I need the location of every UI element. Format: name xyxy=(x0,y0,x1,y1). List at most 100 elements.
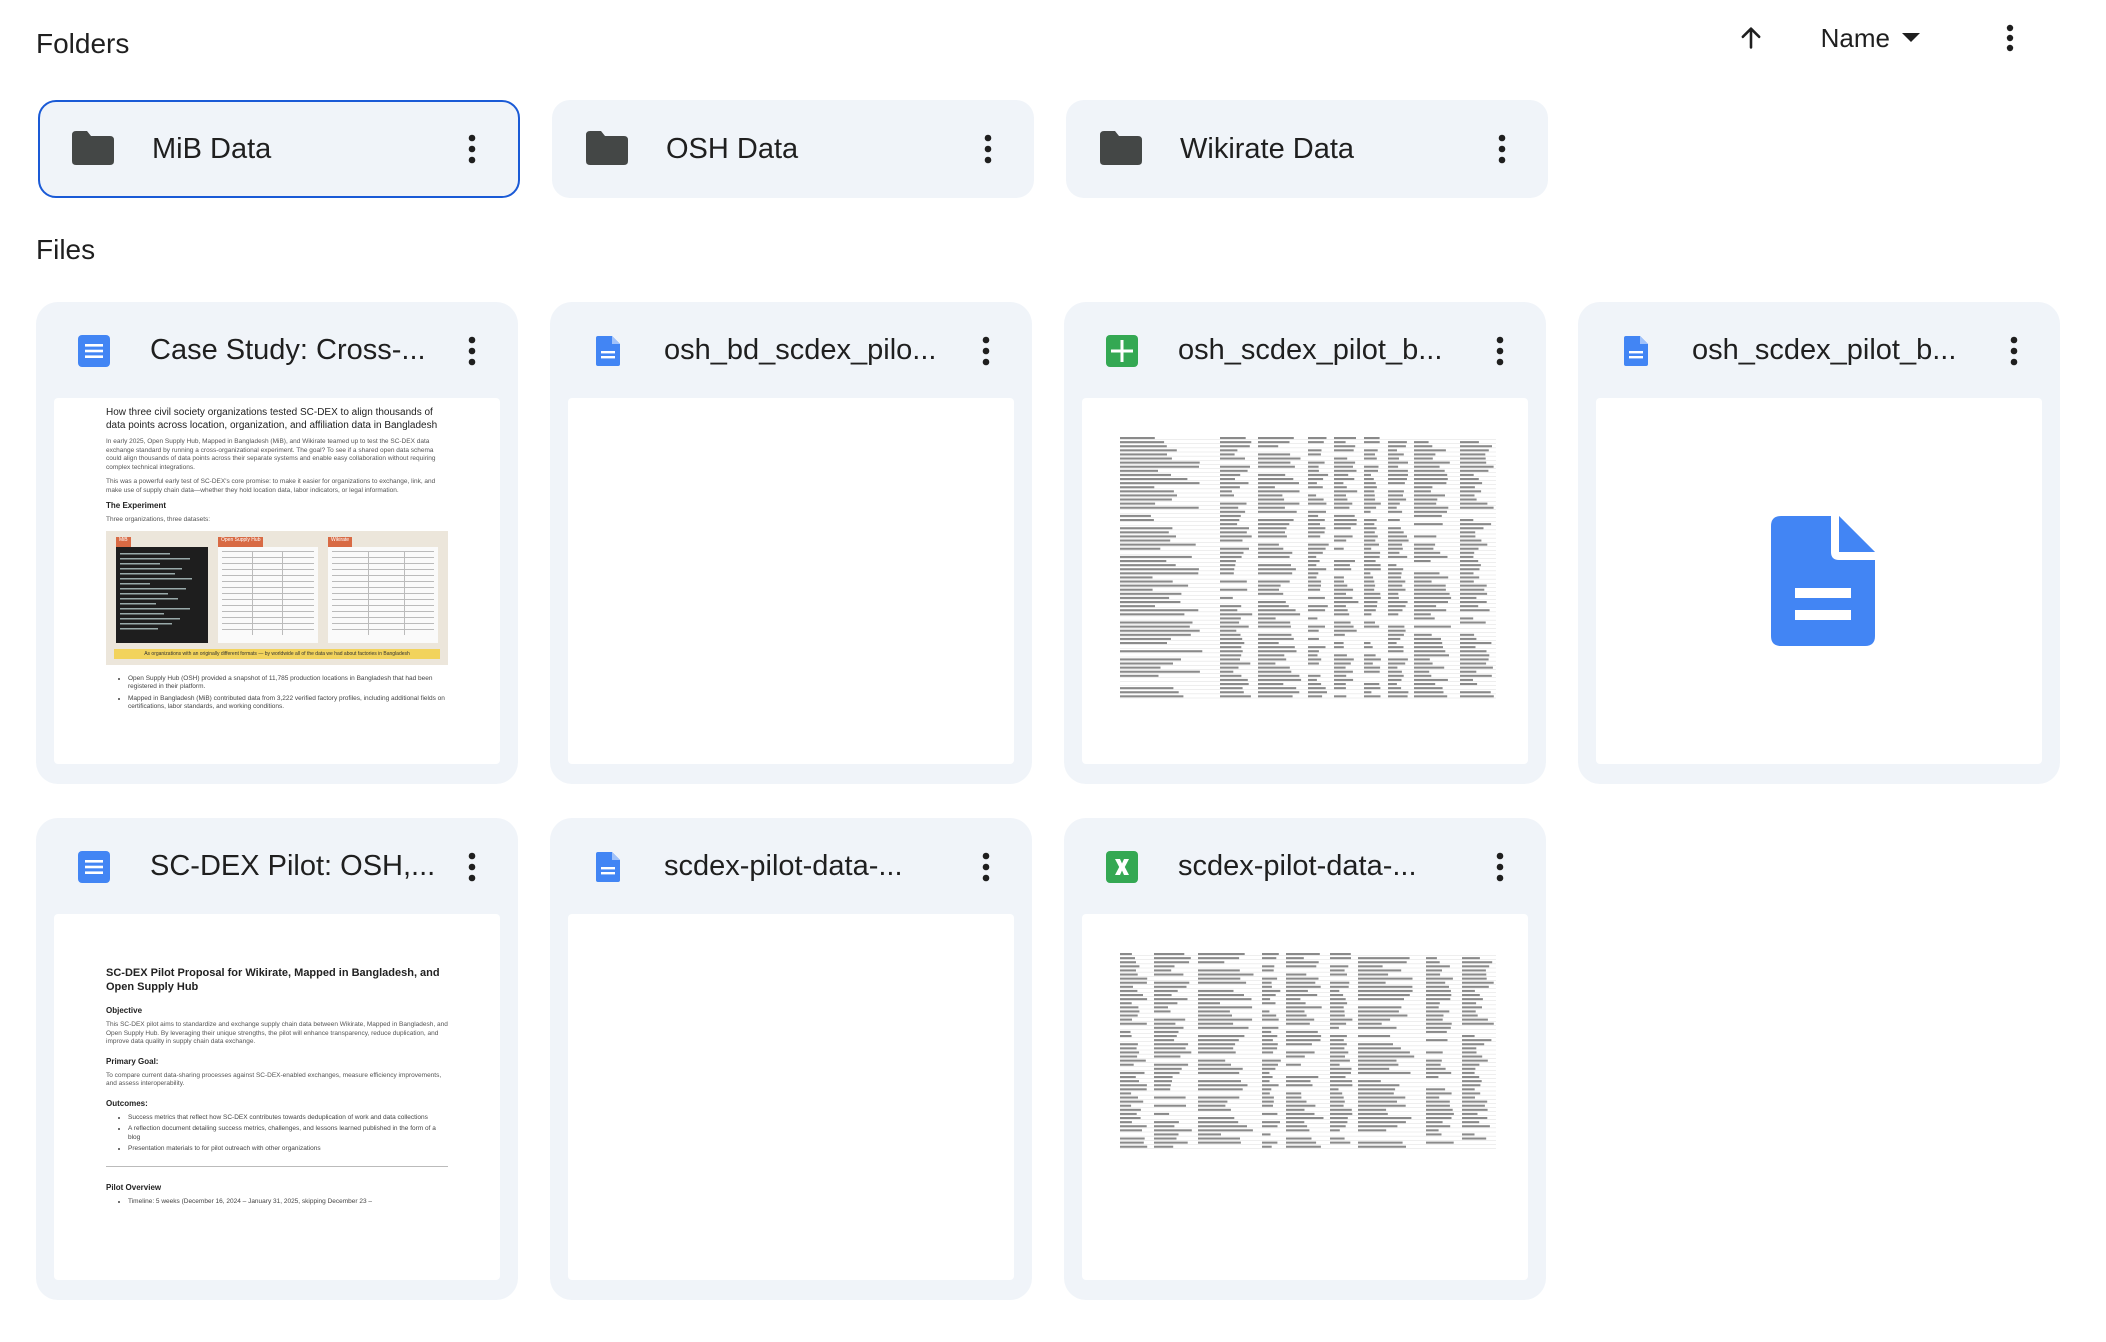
preview-bullet: Timeline: 5 weeks (December 16, 2024 – J… xyxy=(128,1198,448,1207)
file-card-header: scdex-pilot-data-... xyxy=(550,818,1032,916)
preview-subheading: Outcomes: xyxy=(106,1098,148,1108)
sheet-preview-grid xyxy=(1120,953,1496,1149)
preview-bullet: Presentation materials to for pilot outr… xyxy=(128,1145,448,1154)
sort-by-name-button[interactable]: Name xyxy=(1821,10,1922,66)
file-name: osh_bd_scdex_pilo... xyxy=(664,334,937,366)
folder-icon xyxy=(586,131,628,165)
caret-down-icon xyxy=(1902,33,1920,42)
sort-direction-button[interactable] xyxy=(1723,10,1779,66)
preview-heading: How three civil society organizations te… xyxy=(106,407,438,431)
file-thumbnail-icon xyxy=(1596,398,2042,764)
preview-subheading: Pilot Overview xyxy=(106,1182,162,1192)
sheet-thumbnail xyxy=(1082,914,1528,1280)
google-docs-icon xyxy=(78,335,110,367)
file-name: SC-DEX Pilot: OSH,... xyxy=(150,850,436,882)
file-more-button[interactable] xyxy=(1480,843,1520,891)
file-card-scdex-pilot-proposal[interactable]: SC-DEX Pilot: OSH,... SC-DEX Pilot Propo… xyxy=(36,818,518,1300)
preview-bullets: Success metrics that reflect how SC-DEX … xyxy=(106,1114,448,1154)
more-vert-icon xyxy=(468,134,476,164)
more-vert-icon xyxy=(1496,852,1504,882)
file-card-header: SC-DEX Pilot: OSH,... xyxy=(36,818,518,916)
file-more-button[interactable] xyxy=(966,327,1006,375)
arrow-up-icon xyxy=(1741,27,1761,49)
google-sheets-icon xyxy=(1106,335,1138,367)
file-thumbnail-blank xyxy=(568,398,1014,764)
file-more-button[interactable] xyxy=(1480,327,1520,375)
folder-wikirate-data[interactable]: Wikirate Data xyxy=(1066,100,1548,198)
excel-file-icon xyxy=(1106,851,1138,883)
more-vert-icon xyxy=(982,336,990,366)
file-card-header: osh_bd_scdex_pilo... xyxy=(550,302,1032,400)
image-tab: Open Supply Hub xyxy=(218,536,264,547)
preview-divider xyxy=(106,1165,448,1167)
doc-file-icon xyxy=(596,336,620,366)
file-card-osh-bd-scdex[interactable]: osh_bd_scdex_pilo... xyxy=(550,302,1032,784)
doc-preview: SC-DEX Pilot Proposal for Wikirate, Mapp… xyxy=(54,914,500,1206)
file-card-scdex-pilot-data-xlsx[interactable]: scdex-pilot-data-... xyxy=(1064,818,1546,1300)
file-name: scdex-pilot-data-... xyxy=(664,850,903,882)
sheet-thumbnail xyxy=(1082,398,1528,764)
preview-paragraph: Three organizations, three datasets: xyxy=(106,516,211,523)
folder-more-button[interactable] xyxy=(1482,125,1522,173)
preview-paragraph: In early 2025, Open Supply Hub, Mapped i… xyxy=(106,438,436,471)
file-more-button[interactable] xyxy=(452,327,492,375)
preview-bullet: Open Supply Hub (OSH) provided a snapsho… xyxy=(128,675,448,692)
google-docs-icon xyxy=(78,851,110,883)
drive-file-browser: Folders Name MiB Data OSH Data Wikirate … xyxy=(0,0,2106,1342)
file-card-header: scdex-pilot-data-... xyxy=(1064,818,1546,916)
doc-file-icon xyxy=(596,852,620,882)
folder-name: Wikirate Data xyxy=(1180,132,1355,165)
preview-subheading: The Experiment xyxy=(106,501,167,510)
preview-bullet: A reflection document detailing success … xyxy=(128,1125,448,1142)
file-thumbnail: SC-DEX Pilot Proposal for Wikirate, Mapp… xyxy=(54,914,500,1280)
folder-name: OSH Data xyxy=(666,132,799,165)
file-more-button[interactable] xyxy=(1994,327,2034,375)
more-vert-icon xyxy=(982,852,990,882)
image-tab: Wikirate xyxy=(328,536,353,547)
preview-bullet: Mapped in Bangladesh (MiB) contributed d… xyxy=(128,695,448,712)
image-caption: As organizations with an originally diff… xyxy=(114,648,440,659)
image-terminal-pane xyxy=(116,546,208,643)
more-vert-icon xyxy=(984,134,992,164)
preview-paragraph: To compare current data-sharing processe… xyxy=(106,1071,442,1088)
folder-icon xyxy=(72,131,114,165)
file-card-osh-scdex-doc[interactable]: osh_scdex_pilot_b... xyxy=(1578,302,2060,784)
folder-osh-data[interactable]: OSH Data xyxy=(552,100,1034,198)
files-section-title: Files xyxy=(36,234,96,265)
preview-paragraph: This was a powerful early test of SC-DEX… xyxy=(106,478,436,494)
folder-more-button[interactable] xyxy=(452,125,492,173)
doc-preview: How three civil society organizations te… xyxy=(54,398,500,712)
more-vert-icon xyxy=(468,852,476,882)
file-thumbnail-blank xyxy=(568,914,1014,1280)
file-card-scdex-pilot-data-doc[interactable]: scdex-pilot-data-... xyxy=(550,818,1032,1300)
preview-paragraph: This SC-DEX pilot aims to standardize an… xyxy=(106,1021,448,1045)
file-more-button[interactable] xyxy=(966,843,1006,891)
sort-toolbar: Name xyxy=(1723,10,2038,66)
file-name: scdex-pilot-data-... xyxy=(1178,850,1417,882)
file-thumbnail: How three civil society organizations te… xyxy=(54,398,500,764)
file-card-header: Case Study: Cross-... xyxy=(36,302,518,400)
file-card-header: osh_scdex_pilot_b... xyxy=(1064,302,1546,400)
folder-icon xyxy=(1100,131,1142,165)
sheet-preview-grid xyxy=(1120,437,1496,699)
preview-subheading: Objective xyxy=(106,1006,143,1015)
file-card-osh-scdex-sheet[interactable]: osh_scdex_pilot_b... xyxy=(1064,302,1546,784)
preview-image: MiB Open Supply Hub Wikirate As organiza… xyxy=(106,530,448,665)
file-more-button[interactable] xyxy=(452,843,492,891)
preview-bullets: Timeline: 5 weeks (December 16, 2024 – J… xyxy=(106,1198,448,1207)
doc-file-icon xyxy=(1624,336,1648,366)
more-vert-icon xyxy=(468,336,476,366)
image-table-pane xyxy=(328,546,438,643)
file-card-header: osh_scdex_pilot_b... xyxy=(1578,302,2060,400)
file-name: osh_scdex_pilot_b... xyxy=(1692,334,1957,366)
folder-mib-data[interactable]: MiB Data xyxy=(38,100,520,198)
folder-more-button[interactable] xyxy=(968,125,1008,173)
more-vert-icon xyxy=(1498,134,1506,164)
file-card-case-study[interactable]: Case Study: Cross-... How three civil so… xyxy=(36,302,518,784)
more-options-button[interactable] xyxy=(1982,10,2038,66)
file-name: Case Study: Cross-... xyxy=(150,334,426,366)
sort-label: Name xyxy=(1820,22,1890,53)
image-table-pane xyxy=(218,546,318,643)
preview-subheading: Primary Goal: xyxy=(106,1056,159,1066)
image-tab: MiB xyxy=(116,536,131,547)
